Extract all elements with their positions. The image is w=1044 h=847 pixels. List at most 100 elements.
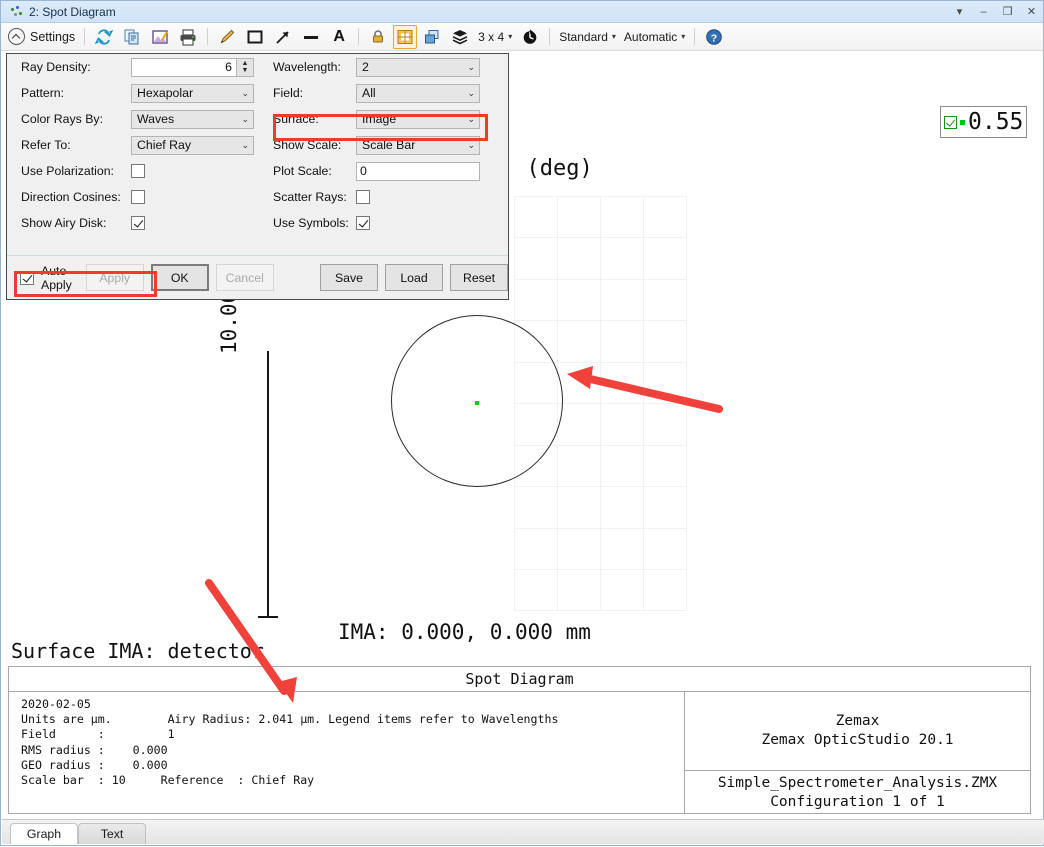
spot-point <box>475 401 479 405</box>
chevron-down-icon: ⌄ <box>241 115 249 124</box>
copy-button[interactable] <box>119 26 145 48</box>
file-cell: Simple_Spectrometer_Analysis.ZMX Configu… <box>685 771 1030 814</box>
wavelength-row: Wavelength: 2 ⌄ <box>260 54 508 80</box>
help-button[interactable]: ? <box>701 26 727 48</box>
pattern-select[interactable]: Hexapolar ⌄ <box>131 84 254 103</box>
line-tool-button[interactable] <box>298 26 324 48</box>
pattern-row: Pattern: Hexapolar ⌄ <box>7 80 260 106</box>
save-image-button[interactable] <box>147 26 173 48</box>
auto-apply-checkbox[interactable] <box>20 271 34 285</box>
window-title: 2: Spot Diagram <box>29 5 116 19</box>
vendor-cell: Zemax Zemax OpticStudio 20.1 <box>685 692 1030 771</box>
settings-pane-right: Wavelength: 2 ⌄ Field: All ⌄ Surface: <box>260 54 508 256</box>
chevron-down-icon: ▾ <box>681 32 685 41</box>
ray-density-spin-buttons[interactable]: ▲ ▼ <box>236 59 253 76</box>
wavelength-legend[interactable]: 0.55 <box>940 106 1027 138</box>
refer-to-select[interactable]: Chief Ray ⌄ <box>131 136 254 155</box>
pencil-tool-button[interactable] <box>214 26 240 48</box>
use-polarization-checkbox[interactable] <box>131 164 145 178</box>
pencil-icon <box>217 27 237 47</box>
show-scale-row: Show Scale: Scale Bar ⌄ <box>260 132 508 158</box>
report-body: 2020-02-05 Units are µm. Airy Radius: 2.… <box>9 692 1030 814</box>
use-symbols-label: Use Symbols: <box>273 216 356 230</box>
refer-to-row: Refer To: Chief Ray ⌄ <box>7 132 260 158</box>
grid-size-label: 3 x 4 <box>478 30 504 44</box>
chevron-down-icon: ▾ <box>508 32 512 41</box>
legend-wavelength-value: 0.55 <box>968 111 1023 134</box>
settings-dialog-footer: Auto Apply Apply OK Cancel Save Load Res… <box>7 255 508 299</box>
ray-density-row: Ray Density: 6 ▲ ▼ <box>7 54 260 80</box>
plot-scale-row: Plot Scale: 0 <box>260 158 508 184</box>
use-symbols-checkbox[interactable] <box>356 216 370 230</box>
scale-dropdown[interactable]: Automatic ▾ <box>621 26 688 48</box>
color-rays-by-label: Color Rays By: <box>21 112 131 126</box>
direction-cosines-checkbox[interactable] <box>131 190 145 204</box>
direction-cosines-label: Direction Cosines: <box>21 190 131 204</box>
report-panel: Spot Diagram 2020-02-05 Units are µm. Ai… <box>8 666 1031 814</box>
chevron-down-icon: ⌄ <box>467 115 475 124</box>
fit-window-button[interactable] <box>393 25 417 49</box>
spin-down-icon[interactable]: ▼ <box>242 68 249 74</box>
rectangle-tool-button[interactable] <box>242 26 268 48</box>
use-polarization-label: Use Polarization: <box>21 164 131 178</box>
help-icon: ? <box>704 27 724 47</box>
reset-button[interactable]: Reset <box>450 264 508 291</box>
apply-button[interactable]: Apply <box>86 264 144 291</box>
load-button[interactable]: Load <box>385 264 443 291</box>
show-airy-disk-checkbox[interactable] <box>131 216 145 230</box>
auto-apply-control[interactable]: Auto Apply <box>20 264 74 292</box>
settings-pane-left: Ray Density: 6 ▲ ▼ Pattern: Hexapolar ⌄ <box>7 54 260 256</box>
style-dropdown[interactable]: Standard ▾ <box>556 26 619 48</box>
grid-size-dropdown[interactable]: 3 x 4 ▾ <box>475 26 515 48</box>
scatter-rays-label: Scatter Rays: <box>273 190 356 204</box>
auto-apply-label: Auto Apply <box>41 264 74 292</box>
windows-button[interactable] <box>419 26 445 48</box>
tab-text[interactable]: Text <box>78 823 146 844</box>
pattern-label: Pattern: <box>21 86 131 100</box>
print-button[interactable] <box>175 26 201 48</box>
legend-checkbox[interactable] <box>944 116 957 129</box>
settings-dialog[interactable]: Ray Density: 6 ▲ ▼ Pattern: Hexapolar ⌄ <box>6 53 509 300</box>
scatter-rays-checkbox[interactable] <box>356 190 370 204</box>
cancel-button[interactable]: Cancel <box>216 264 274 291</box>
vendor-name: Zemax <box>836 712 880 731</box>
file-name: Simple_Spectrometer_Analysis.ZMX <box>718 774 997 793</box>
color-rays-by-select[interactable]: Waves ⌄ <box>131 110 254 129</box>
settings-label: Settings <box>30 30 75 44</box>
save-button[interactable]: Save <box>320 264 378 291</box>
tab-graph[interactable]: Graph <box>10 823 78 844</box>
settings-button[interactable]: Settings <box>6 26 78 48</box>
spin-up-icon[interactable]: ▲ <box>242 61 249 67</box>
surface-select[interactable]: Image ⌄ <box>356 110 480 129</box>
field-label: Field: <box>273 86 356 100</box>
window-controls: ▾ – ❐ ✕ <box>954 1 1037 23</box>
wavelength-label: Wavelength: <box>273 60 356 74</box>
text-icon: A <box>329 27 349 47</box>
ray-density-stepper[interactable]: 6 ▲ ▼ <box>131 58 254 77</box>
ok-button[interactable]: OK <box>151 264 209 291</box>
scale-bar-line <box>267 351 269 617</box>
spot-diagram-window: 2: Spot Diagram ▾ – ❐ ✕ Settings <box>0 0 1044 846</box>
refresh-icon <box>94 27 114 47</box>
plot-scale-input[interactable]: 0 <box>356 162 480 181</box>
refresh-button[interactable] <box>91 26 117 48</box>
ray-density-value[interactable]: 6 <box>132 59 236 76</box>
maximize-icon[interactable]: ❐ <box>1002 7 1013 18</box>
layers-button[interactable] <box>447 26 473 48</box>
minimize-icon[interactable]: – <box>978 7 989 18</box>
restore-down-icon[interactable]: ▾ <box>954 7 965 18</box>
layers-icon <box>450 27 470 47</box>
line-icon <box>301 27 321 47</box>
lock-button[interactable] <box>365 26 391 48</box>
reset-view-button[interactable] <box>517 26 543 48</box>
arrow-icon <box>273 27 293 47</box>
toolbar-separator-4 <box>549 28 550 45</box>
arrow-tool-button[interactable] <box>270 26 296 48</box>
text-tool-button[interactable]: A <box>326 26 352 48</box>
wavelength-select[interactable]: 2 ⌄ <box>356 58 480 77</box>
report-statistics-text: 2020-02-05 Units are µm. Airy Radius: 2.… <box>21 697 684 788</box>
close-icon[interactable]: ✕ <box>1026 7 1037 18</box>
show-scale-select[interactable]: Scale Bar ⌄ <box>356 136 480 155</box>
field-select[interactable]: All ⌄ <box>356 84 480 103</box>
vendor-product: Zemax OpticStudio 20.1 <box>761 731 953 750</box>
